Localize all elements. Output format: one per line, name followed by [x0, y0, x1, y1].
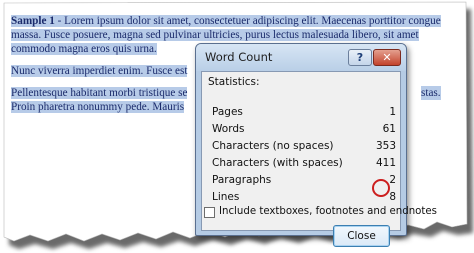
stat-label: Characters (with spaces): [212, 157, 343, 169]
include-textboxes-option[interactable]: Include textboxes, footnotes and endnote…: [204, 206, 437, 220]
stat-label: Characters (no spaces): [212, 140, 334, 152]
stat-row-lines: Lines 8: [212, 191, 396, 205]
stat-label: Lines: [212, 191, 240, 203]
stat-value: 2: [389, 174, 396, 186]
close-button[interactable]: Close: [333, 225, 390, 247]
help-button[interactable]: ?: [348, 49, 372, 66]
stat-row-pages: Pages 1: [212, 106, 396, 120]
stat-row-characters-no-spaces: Characters (no spaces) 353: [212, 140, 396, 154]
stat-label: Pages: [212, 106, 243, 118]
stat-value: 411: [375, 157, 396, 169]
paragraph-3-text: Pellentesque habitant morbi tristique se: [11, 87, 188, 99]
paragraph-2-text: Nunc viverra imperdiet enim. Fusce est: [11, 65, 188, 77]
stat-row-characters-with-spaces: Characters (with spaces) 411: [212, 157, 396, 171]
stat-label: Paragraphs: [212, 174, 272, 186]
paragraph-1-bold: Sample 1: [11, 15, 55, 27]
stat-value: 61: [382, 123, 396, 135]
dialog-titlebar[interactable]: Word Count ? ✕: [196, 44, 406, 71]
stat-row-words: Words 61: [212, 123, 396, 137]
stat-value: 1: [389, 106, 396, 118]
word-count-dialog: Word Count ? ✕ Statistics: Pages 1 Words…: [195, 43, 437, 247]
statistics-label: Statistics:: [208, 76, 260, 88]
dialog-title: Word Count: [205, 50, 273, 64]
stat-label: Words: [212, 123, 245, 135]
stat-row-paragraphs: Paragraphs 2: [212, 174, 396, 188]
paragraph-3-tail: stas.: [421, 86, 441, 100]
stat-value: 8: [389, 191, 396, 203]
annotation-circle: [372, 179, 390, 197]
include-textboxes-checkbox[interactable]: [204, 207, 215, 218]
paragraph-4-text: Proin pharetra nonummy pede. Mauris: [11, 101, 185, 113]
include-textboxes-label[interactable]: Include textboxes, footnotes and endnote…: [219, 206, 437, 217]
close-icon[interactable]: ✕: [373, 49, 401, 66]
stat-value: 353: [375, 140, 396, 152]
